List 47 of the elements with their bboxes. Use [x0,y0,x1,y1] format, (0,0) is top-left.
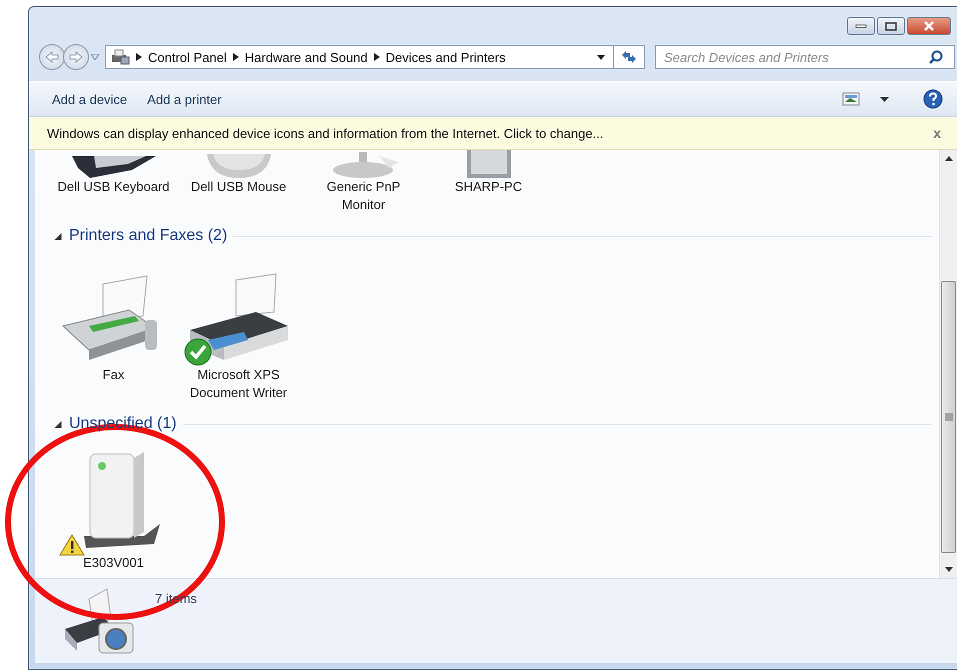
minimize-button[interactable] [847,17,875,35]
back-button[interactable] [39,44,65,70]
collapse-icon[interactable] [53,420,63,428]
breadcrumb-item[interactable]: Control Panel [148,50,227,64]
view-options-icon[interactable] [842,92,860,106]
device-label[interactable]: Generic PnP Monitor [304,178,424,214]
help-icon[interactable] [923,89,943,109]
search-icon [929,50,943,64]
close-info-bar-button[interactable]: x [929,125,945,141]
chevron-icon[interactable] [232,53,239,61]
scrollbar[interactable] [939,150,957,578]
device-label[interactable]: Dell USB Keyboard [54,178,174,196]
toolbar-button[interactable]: Add a printer [140,88,229,110]
mouse-icon [206,154,270,178]
keyboard-icon [72,156,156,178]
device-label[interactable]: E303V001 [54,554,174,572]
grip-icon [944,413,952,422]
chevron-icon[interactable] [136,53,142,61]
back-arrow-icon [45,51,59,63]
scroll-down-icon[interactable] [944,567,952,572]
dropdown-icon[interactable] [880,96,889,102]
computer-icon [466,150,510,178]
dropdown-icon[interactable] [597,54,605,60]
toolbar-button[interactable]: Add a device [45,88,134,110]
collapse-icon[interactable] [53,232,63,240]
forward-arrow-icon [69,51,83,63]
search-field[interactable]: Search Devices and Printers [655,45,955,69]
device-label[interactable]: Dell USB Mouse [178,178,298,196]
forward-button[interactable] [63,44,89,70]
devices-icon [110,49,130,65]
chevron-icon[interactable] [374,53,380,61]
scroll-thumb[interactable] [941,281,956,554]
breadcrumb-item[interactable]: Devices and Printers [386,50,506,64]
maximize-icon [885,22,897,30]
device-label[interactable]: Fax [54,366,174,384]
group-header[interactable]: Printers and Faxes (2) [69,227,228,245]
history-dropdown-icon[interactable] [91,54,99,60]
device-label[interactable]: SHARP-PC [428,178,548,196]
maximize-button[interactable] [877,17,905,35]
close-button[interactable] [907,17,951,35]
info-bar-message[interactable]: Windows can display enhanced device icons and information from the Internet. Click to change... [47,126,930,140]
breadcrumb-item[interactable]: Hardware and Sound [244,50,368,64]
close-icon [923,21,935,31]
device-label[interactable]: Microsoft XPS Document Writer [178,366,298,402]
minimize-icon [855,24,867,28]
refresh-icon[interactable] [620,50,638,64]
scroll-up-icon[interactable] [944,156,952,161]
